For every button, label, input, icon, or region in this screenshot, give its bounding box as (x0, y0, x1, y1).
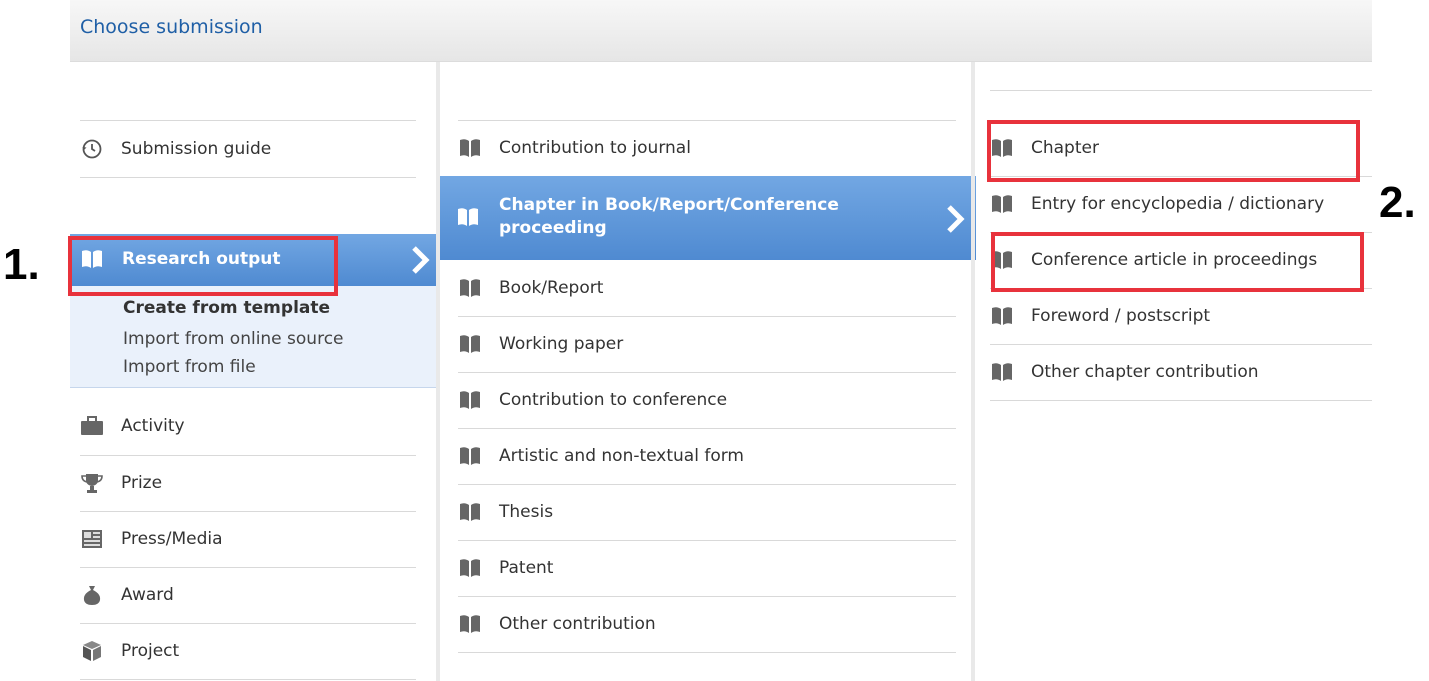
book-icon (458, 136, 482, 160)
book-icon (458, 612, 482, 636)
other-chapter-contribution-label: Other chapter contribution (1031, 362, 1259, 382)
activity-label: Activity (121, 416, 185, 436)
chapter-in-book-label: Chapter in Book/Report/Conference procee… (499, 195, 839, 238)
book-icon (458, 332, 482, 356)
foreword-postscript-item[interactable]: Foreword / postscript (990, 288, 1360, 344)
other-chapter-contribution-item[interactable]: Other chapter contribution (990, 344, 1360, 400)
newspaper-icon (80, 527, 104, 551)
step-two-label: 2. (1379, 178, 1416, 227)
briefcase-icon (80, 414, 104, 438)
panel-header: Choose submission (70, 0, 1372, 62)
award-label: Award (121, 585, 174, 605)
prize-label: Prize (121, 473, 163, 493)
research-output-submenu: Create from template Import from online … (70, 286, 440, 388)
page-title: Choose submission (80, 16, 263, 38)
import-from-file-link[interactable]: Import from file (123, 357, 256, 377)
other-contribution-label: Other contribution (499, 614, 656, 634)
other-contribution-item[interactable]: Other contribution (458, 596, 958, 652)
working-paper-item[interactable]: Working paper (458, 316, 958, 372)
left-column: Submission guide Research output Create … (70, 62, 440, 681)
press-media-item[interactable]: Press/Media (80, 511, 414, 567)
contribution-to-conference-label: Contribution to conference (499, 390, 728, 410)
trophy-icon (80, 471, 104, 495)
submission-guide-item[interactable]: Submission guide (80, 121, 414, 177)
book-icon (456, 206, 480, 232)
create-from-template-link[interactable]: Create from template (123, 298, 330, 318)
submission-guide-label: Submission guide (121, 139, 272, 159)
thesis-label: Thesis (499, 502, 554, 522)
book-icon (458, 556, 482, 580)
divider (80, 679, 416, 680)
prize-item[interactable]: Prize (80, 455, 414, 511)
book-icon (458, 276, 482, 300)
activity-item[interactable]: Activity (80, 398, 414, 454)
divider (80, 177, 416, 178)
book-icon (990, 360, 1014, 384)
thesis-item[interactable]: Thesis (458, 484, 958, 540)
highlight-box-research-output (68, 236, 338, 296)
highlight-box-conference-article (991, 232, 1364, 292)
book-icon (990, 304, 1014, 328)
book-icon (458, 388, 482, 412)
book-icon (458, 500, 482, 524)
middle-column: Contribution to journal Chapter in Book/… (440, 62, 976, 681)
encyclopedia-entry-item[interactable]: Entry for encyclopedia / dictionary (990, 176, 1360, 232)
contribution-to-journal-item[interactable]: Contribution to journal (458, 120, 958, 176)
divider (990, 90, 1372, 91)
submission-panel: Choose submission Submission guide Resea… (70, 0, 1372, 681)
import-online-source-link[interactable]: Import from online source (123, 329, 344, 349)
award-item[interactable]: Award (80, 567, 414, 623)
project-label: Project (121, 641, 180, 661)
chevron-right-icon (412, 246, 430, 274)
divider (458, 652, 956, 653)
contribution-to-journal-label: Contribution to journal (499, 138, 691, 158)
encyclopedia-entry-label: Entry for encyclopedia / dictionary (1031, 194, 1325, 214)
artistic-form-label: Artistic and non-textual form (499, 446, 744, 466)
artistic-form-item[interactable]: Artistic and non-textual form (458, 428, 958, 484)
foreword-postscript-label: Foreword / postscript (1031, 306, 1211, 326)
book-icon (458, 444, 482, 468)
step-one-label: 1. (3, 240, 40, 289)
patent-item[interactable]: Patent (458, 540, 958, 596)
chevron-right-icon (947, 205, 965, 233)
money-bag-icon (80, 583, 104, 607)
highlight-box-chapter (987, 120, 1360, 182)
book-report-label: Book/Report (499, 278, 604, 298)
project-item[interactable]: Project (80, 623, 414, 679)
contribution-to-conference-item[interactable]: Contribution to conference (458, 372, 958, 428)
book-icon (990, 192, 1014, 216)
working-paper-label: Working paper (499, 334, 624, 354)
history-icon (80, 137, 104, 161)
column-separator (971, 62, 975, 681)
cube-icon (80, 639, 104, 663)
chapter-in-book-item[interactable]: Chapter in Book/Report/Conference procee… (440, 176, 976, 260)
book-report-item[interactable]: Book/Report (458, 260, 958, 316)
divider (990, 400, 1372, 401)
patent-label: Patent (499, 558, 554, 578)
press-media-label: Press/Media (121, 529, 223, 549)
